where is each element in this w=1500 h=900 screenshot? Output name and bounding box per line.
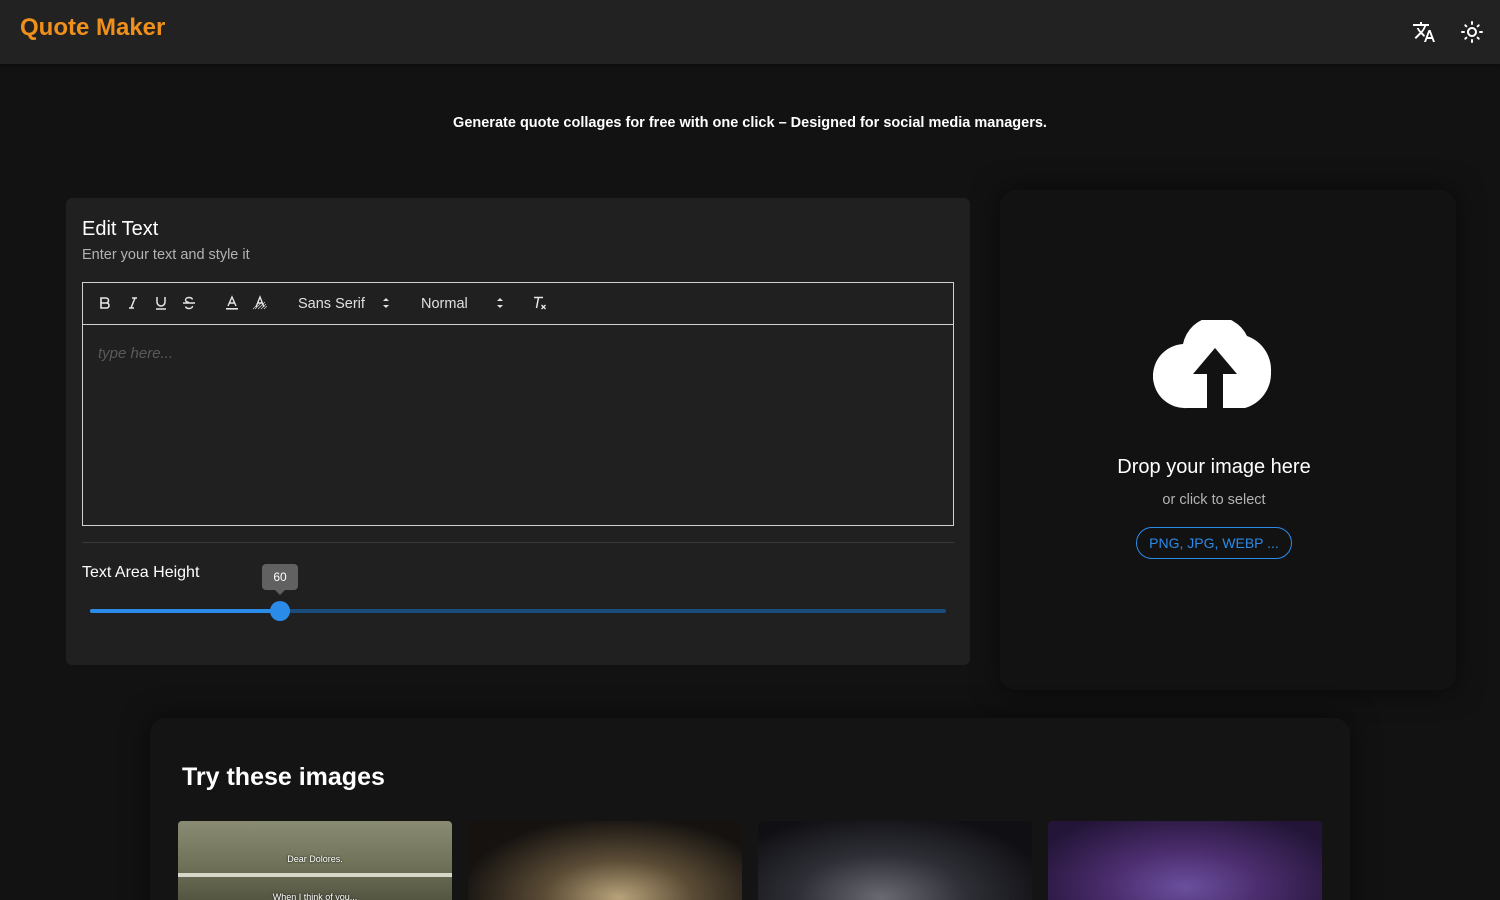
- sample-image[interactable]: [1048, 821, 1322, 900]
- font-size-select[interactable]: Normal: [421, 293, 506, 315]
- edit-text-card: Edit Text Enter your text and style it S…: [66, 198, 970, 665]
- file-formats-chip: PNG, JPG, WEBP ...: [1136, 527, 1292, 559]
- card-title: Edit Text: [82, 218, 159, 240]
- strikethrough-icon[interactable]: [179, 293, 199, 313]
- dropzone-title: Drop your image here: [1117, 456, 1311, 478]
- font-size-value: Normal: [421, 296, 468, 312]
- select-arrows-icon: [382, 295, 390, 315]
- light-mode-icon[interactable]: [1460, 20, 1484, 44]
- tagline: Generate quote collages for free with on…: [453, 115, 1047, 131]
- italic-icon[interactable]: [123, 293, 143, 313]
- text-color-icon[interactable]: [222, 293, 242, 313]
- card-subtitle: Enter your text and style it: [82, 247, 250, 263]
- underline-icon[interactable]: [151, 293, 171, 313]
- image-caption: When I think of you...: [272, 892, 358, 900]
- sample-image[interactable]: [758, 821, 1032, 900]
- background-color-icon[interactable]: [250, 293, 270, 313]
- bold-icon[interactable]: [95, 293, 115, 313]
- editor-placeholder: type here...: [98, 345, 174, 362]
- font-family-value: Sans Serif: [298, 296, 365, 312]
- sample-image[interactable]: [468, 821, 742, 900]
- translate-icon[interactable]: [1412, 20, 1436, 44]
- collage-separator: [178, 873, 452, 877]
- gallery-title: Try these images: [182, 763, 385, 791]
- slider-thumb[interactable]: [270, 601, 291, 621]
- image-caption: Dear Dolores.: [287, 854, 343, 864]
- app-bar: Quote Maker: [0, 0, 1500, 64]
- clear-format-icon[interactable]: [530, 293, 550, 313]
- dropzone-subtitle: or click to select: [1162, 492, 1266, 508]
- select-arrows-icon: [496, 295, 504, 315]
- divider: [82, 542, 954, 543]
- slider-track-fill: [90, 609, 281, 613]
- quote-text-editor[interactable]: type here...: [82, 324, 954, 526]
- text-area-height-label: Text Area Height: [82, 564, 200, 581]
- sample-images-section: Try these images Dear Dolores. When I th…: [150, 718, 1350, 900]
- slider-value-label: 60: [262, 564, 299, 595]
- font-family-select[interactable]: Sans Serif: [298, 293, 393, 315]
- app-title[interactable]: Quote Maker: [20, 14, 165, 42]
- editor-toolbar: Sans Serif Normal: [82, 282, 954, 325]
- sample-image[interactable]: Dear Dolores. When I think of you...: [178, 821, 452, 900]
- cloud-upload-icon: [1152, 316, 1277, 410]
- image-dropzone[interactable]: Drop your image here or click to select …: [1000, 190, 1456, 690]
- text-area-height-slider[interactable]: 60: [90, 564, 946, 621]
